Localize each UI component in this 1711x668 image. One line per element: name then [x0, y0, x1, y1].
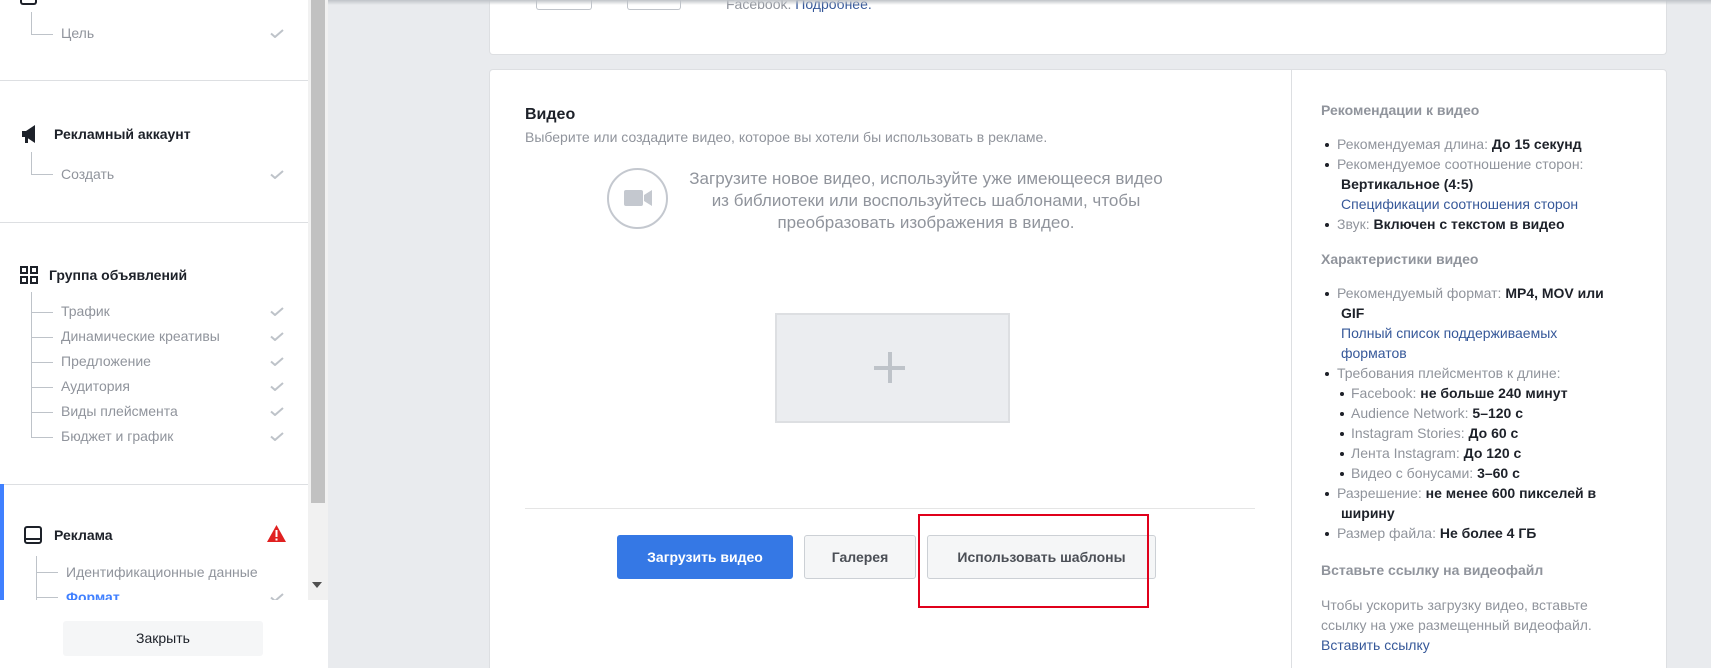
bullet: [1340, 432, 1344, 436]
check-icon: [270, 357, 284, 366]
check-icon: [270, 332, 284, 341]
recommendations-title: Рекомендации к видео: [1321, 102, 1480, 118]
tree-line: [31, 152, 32, 174]
sidebar-item-create[interactable]: Создать: [61, 166, 114, 182]
plus-icon: [888, 352, 892, 383]
bullet: [1325, 223, 1329, 227]
placement-requirements: Требования плейсментов к длине:: [1337, 365, 1561, 381]
tree-line: [31, 412, 53, 413]
sidebar-item-placements[interactable]: Виды плейсмента: [61, 403, 178, 419]
video-title: Видео: [525, 106, 576, 123]
scrollbar-thumb[interactable]: [311, 0, 325, 503]
paste-link-title: Вставьте ссылку на видеофайл: [1321, 562, 1544, 578]
paste-link-text-cont: ссылку на уже размещенный видеофайл.: [1321, 617, 1592, 633]
supported-formats-link[interactable]: Полный список поддерживаемых: [1341, 323, 1557, 343]
bullet: [1325, 163, 1329, 167]
recommended-ratio-label: Рекомендуемое соотношение сторон:: [1337, 156, 1584, 172]
sidebar-item-format[interactable]: Формат: [66, 589, 120, 600]
check-icon: [270, 170, 284, 179]
grid-icon: [20, 266, 38, 284]
active-indicator: [0, 484, 4, 600]
campaign-icon: [20, 0, 37, 5]
tree-line: [31, 437, 53, 438]
check-icon: [270, 307, 284, 316]
highlight-box: [918, 514, 1149, 608]
scroll-down-icon[interactable]: [312, 582, 322, 588]
megaphone-icon: [22, 125, 35, 143]
close-button[interactable]: Закрыть: [63, 621, 263, 656]
video-subtitle: Выберите или создадите видео, которое вы…: [525, 129, 1048, 145]
check-icon: [270, 407, 284, 416]
tree-line: [31, 337, 53, 338]
bullet: [1325, 532, 1329, 536]
divider: [0, 222, 308, 223]
placement-audience-network: Audience Network: 5–120 с: [1351, 405, 1524, 421]
check-icon: [270, 432, 284, 441]
ad-account-title[interactable]: Рекламный аккаунт: [54, 126, 191, 142]
sidebar-item-dynamic-creatives[interactable]: Динамические креативы: [61, 328, 220, 344]
tree-line: [36, 556, 37, 600]
resolution-requirement: Разрешение: не менее 600 пикселей в: [1337, 485, 1597, 501]
upload-prompt: Загрузите новое видео, используйте уже и…: [689, 169, 1163, 232]
sidebar-item-offer[interactable]: Предложение: [61, 353, 151, 369]
sound-recommendation: Звук: Включен с текстом в видео: [1337, 216, 1565, 232]
bullet: [1340, 392, 1344, 396]
ad-group-title[interactable]: Группа объявлений: [49, 267, 187, 283]
divider: [0, 484, 308, 485]
divider: [0, 80, 308, 81]
bullet: [1340, 412, 1344, 416]
tree-line: [31, 12, 32, 34]
paste-link[interactable]: Вставить ссылку: [1321, 635, 1430, 655]
recommended-format-cont: GIF: [1341, 305, 1365, 321]
check-icon: [270, 593, 284, 600]
video-camera-icon: [607, 168, 668, 229]
warning-icon: [267, 525, 286, 542]
sidebar-item-budget[interactable]: Бюджет и график: [61, 428, 173, 444]
recommended-length: Рекомендуемая длина: До 15 секунд: [1337, 136, 1582, 152]
tree-line: [36, 597, 58, 598]
tablet-icon: [24, 526, 42, 544]
ratio-specs-link[interactable]: Спецификации соотношения сторон: [1341, 194, 1578, 214]
sidebar: Цель Рекламный аккаунт Создать Группа об…: [0, 0, 308, 600]
sidebar-item-goal[interactable]: Цель: [61, 25, 94, 41]
divider: [1291, 70, 1292, 668]
tree-line: [31, 387, 53, 388]
tree-line: [31, 362, 53, 363]
tree-line: [31, 34, 53, 35]
gallery-button[interactable]: Галерея: [804, 535, 916, 579]
upload-video-button[interactable]: Загрузить видео: [617, 535, 793, 579]
divider: [525, 508, 1255, 509]
bullet: [1325, 143, 1329, 147]
tree-line: [36, 572, 58, 573]
bullet: [1325, 372, 1329, 376]
placement-instagram-feed: Лента Instagram: До 120 с: [1351, 445, 1522, 461]
sidebar-item-audience[interactable]: Аудитория: [61, 378, 130, 394]
tree-line: [31, 174, 53, 175]
supported-formats-link-cont[interactable]: форматов: [1341, 343, 1407, 363]
bullet: [1340, 452, 1344, 456]
placement-rewarded-video: Видео с бонусами: 3–60 с: [1351, 465, 1520, 481]
top-shadow: [328, 0, 1711, 5]
bullet: [1340, 472, 1344, 476]
tree-line: [31, 312, 53, 313]
bullet: [1325, 492, 1329, 496]
resolution-requirement-cont: ширину: [1341, 505, 1395, 521]
ad-title[interactable]: Реклама: [54, 527, 113, 543]
bullet: [1325, 292, 1329, 296]
recommended-format: Рекомендуемый формат: MP4, MOV или: [1337, 285, 1604, 301]
check-icon: [270, 382, 284, 391]
placement-facebook: Facebook: не больше 240 минут: [1351, 385, 1568, 401]
paste-link-text: Чтобы ускорить загрузку видео, вставьте: [1321, 597, 1588, 613]
file-size-requirement: Размер файла: Не более 4 ГБ: [1337, 525, 1537, 541]
check-icon: [270, 29, 284, 38]
characteristics-title: Характеристики видео: [1321, 251, 1479, 267]
sidebar-item-traffic[interactable]: Трафик: [61, 303, 110, 319]
tree-line: [31, 292, 32, 437]
recommended-ratio-value: Вертикальное (4:5): [1341, 176, 1474, 192]
sidebar-item-identity[interactable]: Идентификационные данные: [66, 564, 258, 580]
placement-instagram-stories: Instagram Stories: До 60 с: [1351, 425, 1519, 441]
